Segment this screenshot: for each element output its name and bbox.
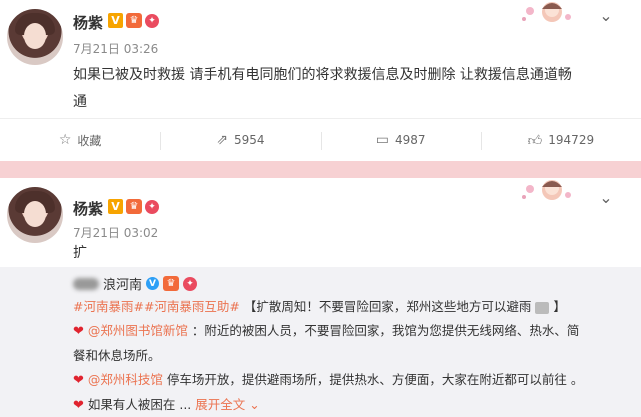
star-outline-icon: ☆ xyxy=(58,132,72,148)
repost-line: #河南暴雨##河南暴雨互助# 【扩散周知！不要冒险回家，郑州这些地方可以避雨 】 xyxy=(73,295,621,319)
chevron-down-icon[interactable]: ⌄ xyxy=(597,6,615,25)
comment-bubble-icon: ▭ xyxy=(375,132,389,148)
favorite-button[interactable]: ☆ 收藏 xyxy=(0,119,160,161)
thumbs-up-icon: 👍︎ xyxy=(527,132,543,149)
crown-badge-icon[interactable]: ♛ xyxy=(126,13,142,28)
mention-link[interactable]: @郑州科技馆 xyxy=(88,372,163,387)
repost-text-fragment: 】 xyxy=(553,299,566,314)
like-button[interactable]: 👍︎ 194729 xyxy=(480,119,641,161)
repost-author[interactable]: 浪河南 V ♛ ✦ xyxy=(73,274,198,293)
repost-text-fragment: ：附近的被困人员，不要冒险回家，我馆为您提供无线网络、热水、简 xyxy=(191,323,580,338)
repost-author-name[interactable]: 浪河南 xyxy=(103,274,142,293)
repost-text: #河南暴雨##河南暴雨互助# 【扩散周知！不要冒险回家，郑州这些地方可以避雨 】… xyxy=(73,295,621,417)
action-bar: ☆ 收藏 ⇗ 5954 ▭ 4987 👍︎ 194729 xyxy=(0,118,641,161)
post-card: 杨紫 V ♛ ✦ 7月21日 03:26 ⌄ 如果已被及时救援 请手机有电同胞们… xyxy=(0,0,641,161)
comment-count: 4987 xyxy=(394,133,426,147)
post-time[interactable]: 7月21日 03:02 xyxy=(73,224,158,241)
comment-button[interactable]: ▭ 4987 xyxy=(320,119,481,161)
card-decoration-icon xyxy=(522,2,571,22)
post-text-line: 通 xyxy=(73,94,87,110)
post-text-line: 如果已被及时救援 请手机有电同胞们的将求救援信息及时删除 让救援信息通道畅 xyxy=(73,67,572,83)
mention-link[interactable]: @郑州图书馆新馆 xyxy=(88,323,188,338)
author-name[interactable]: 杨紫 xyxy=(73,12,103,33)
repost-block[interactable]: 浪河南 V ♛ ✦ #河南暴雨##河南暴雨互助# 【扩散周知！不要冒险回家，郑州… xyxy=(0,267,641,417)
repost-count: 5954 xyxy=(233,133,265,147)
repost-text-fragment: 【扩散周知！不要冒险回家，郑州这些地方可以避雨 xyxy=(243,299,532,314)
heart-icon: ❤ xyxy=(73,398,84,413)
emoji-icon xyxy=(535,301,550,314)
repost-line: ❤ @郑州科技馆 停车场开放，提供避雨场所，提供热水、方便面，大家在附近都可以前… xyxy=(73,368,621,393)
chevron-down-icon[interactable]: ⌄ xyxy=(597,188,615,207)
repost-text-fragment: 停车场开放，提供避雨场所，提供热水、方便面，大家在附近都可以前往 。 xyxy=(166,372,584,387)
avatar[interactable] xyxy=(7,187,63,243)
verified-badge-icon[interactable]: V xyxy=(108,13,123,28)
repost-line: ❤ 如果有人被困在 ... 展开全文 ⌄ xyxy=(73,393,621,417)
post-card: 杨紫 V ♛ ✦ 7月21日 03:02 ⌄ 扩 浪河南 V ♛ ✦ #河南暴雨… xyxy=(0,178,641,417)
post-time[interactable]: 7月21日 03:26 xyxy=(73,40,158,57)
favorite-label: 收藏 xyxy=(77,133,102,148)
expand-full-text-link[interactable]: 展开全文 xyxy=(195,397,245,412)
author-name[interactable]: 杨紫 xyxy=(73,198,103,219)
post-text: 扩 xyxy=(73,245,87,261)
repost-line: ❤ @郑州图书馆新馆 ：附近的被困人员，不要冒险回家，我馆为您提供无线网络、热水… xyxy=(73,319,621,344)
candy-badge-icon[interactable]: ✦ xyxy=(145,13,159,28)
avatar[interactable] xyxy=(7,9,63,65)
repost-text-fragment: 如果有人被困在 ... xyxy=(87,397,196,412)
chevron-down-icon[interactable]: ⌄ xyxy=(249,397,259,412)
share-arrow-icon: ⇗ xyxy=(216,132,228,148)
blurred-name xyxy=(73,277,99,290)
candy-badge-icon: ✦ xyxy=(183,276,198,291)
badge-group: V ♛ ✦ xyxy=(108,199,159,214)
crown-badge-icon: ♛ xyxy=(163,276,180,291)
candy-badge-icon[interactable]: ✦ xyxy=(145,199,159,214)
verified-badge-icon[interactable]: V xyxy=(108,199,123,214)
badge-group: V ♛ ✦ xyxy=(108,13,159,28)
hashtag-link[interactable]: #河南暴雨##河南暴雨互助# xyxy=(73,299,240,314)
heart-icon: ❤ xyxy=(73,324,84,339)
post-text: 如果已被及时救援 请手机有电同胞们的将求救援信息及时删除 让救援信息通道畅 通 xyxy=(73,62,621,116)
verified-blue-icon: V xyxy=(146,277,160,290)
crown-badge-icon[interactable]: ♛ xyxy=(126,199,142,214)
like-count: 194729 xyxy=(548,133,595,147)
repost-line: 餐和休息场所。 xyxy=(73,348,161,363)
card-decoration-icon xyxy=(522,180,571,200)
heart-icon: ❤ xyxy=(73,373,84,388)
repost-button[interactable]: ⇗ 5954 xyxy=(160,119,320,161)
